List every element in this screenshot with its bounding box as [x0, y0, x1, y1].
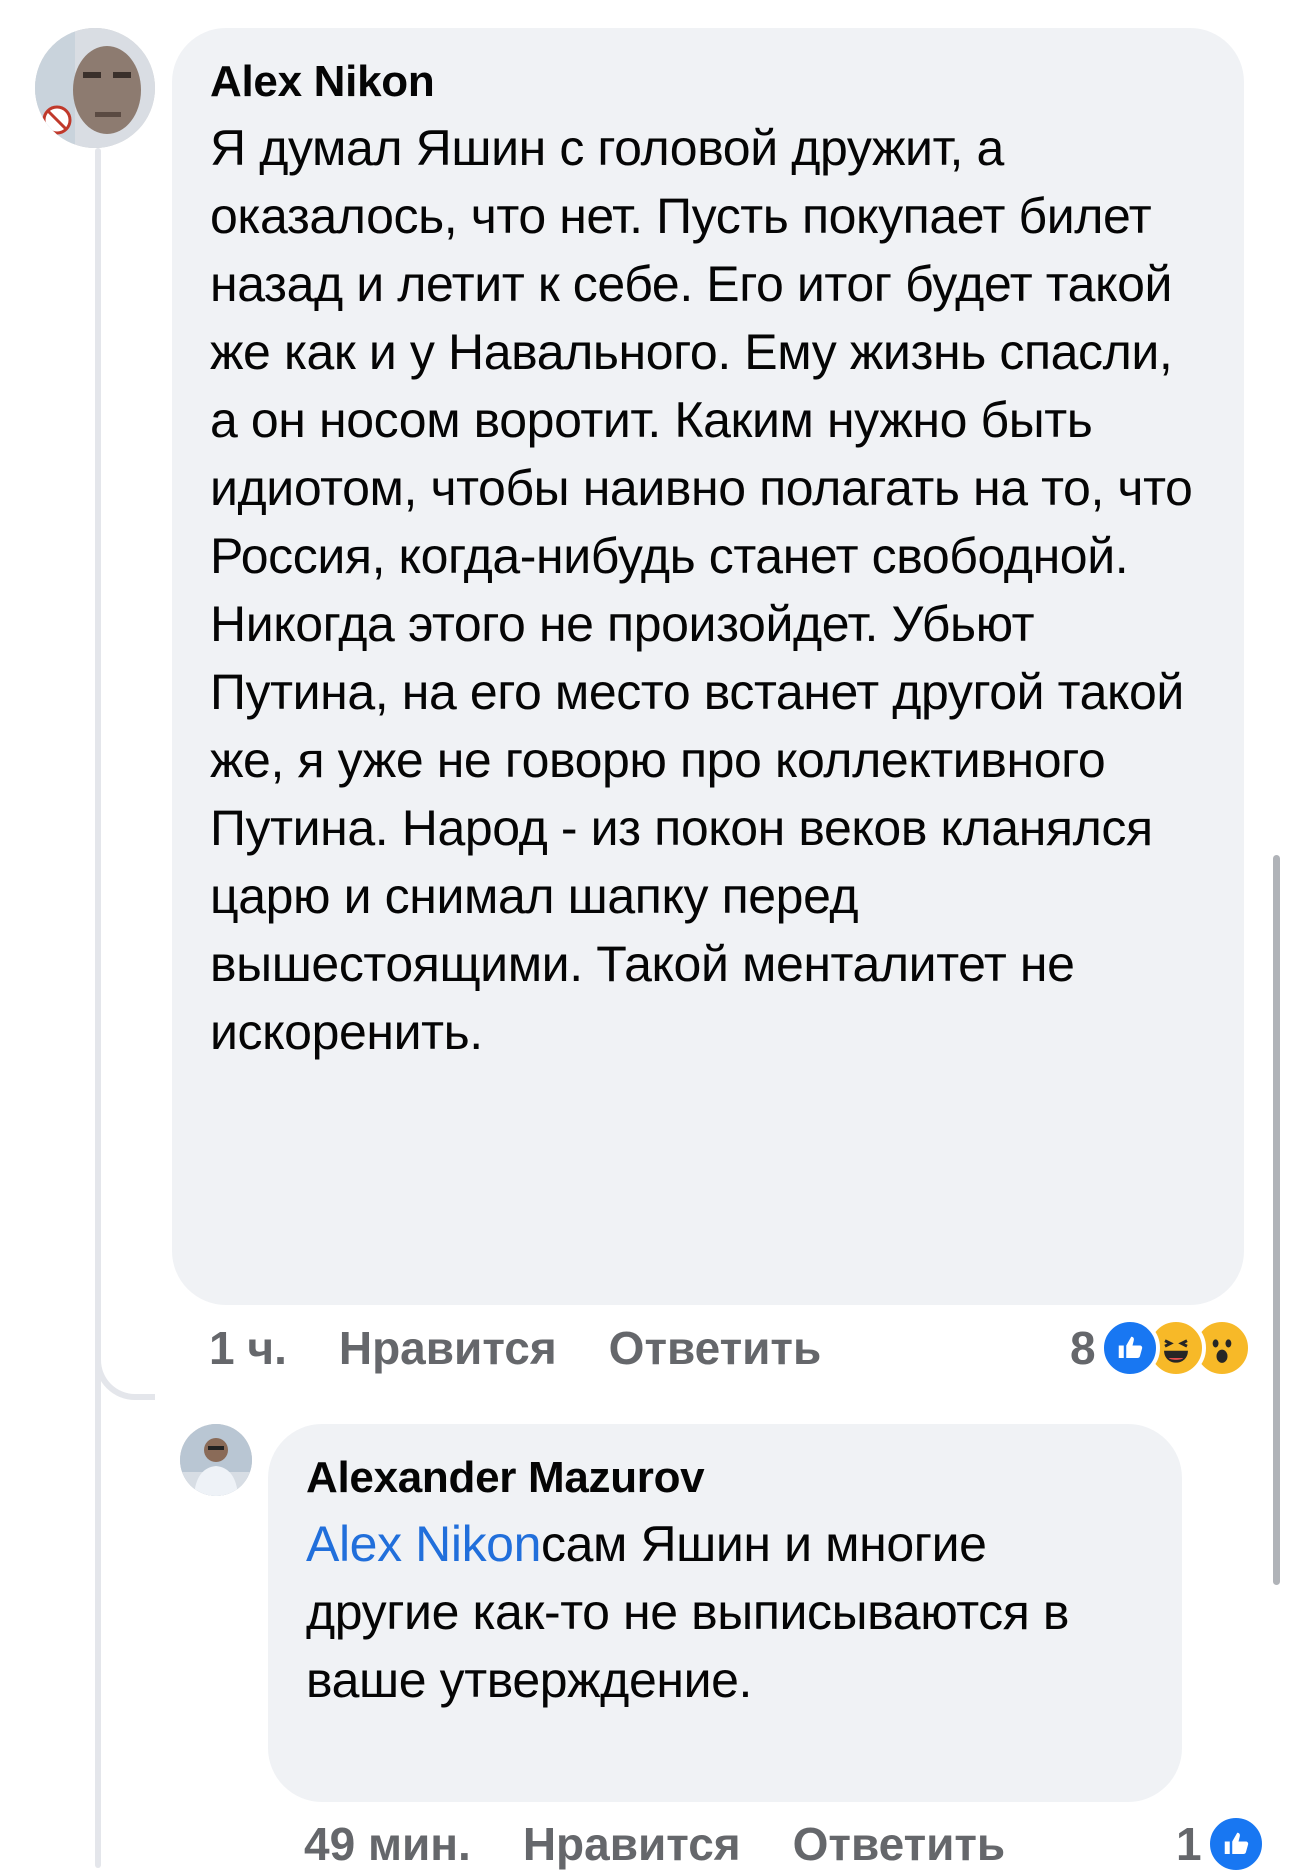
like-button[interactable]: Нравится	[523, 1817, 741, 1871]
like-button[interactable]: Нравится	[339, 1321, 557, 1375]
reply-button[interactable]: Ответить	[609, 1321, 822, 1375]
avatar[interactable]	[180, 1424, 252, 1496]
reaction-summary[interactable]: 8	[1070, 1316, 1252, 1380]
reply-connector	[95, 1300, 155, 1400]
comment-author[interactable]: Alexander Mazurov	[306, 1450, 1144, 1506]
like-icon	[1099, 1318, 1160, 1378]
avatar-photo-icon	[35, 28, 155, 148]
thread-line	[95, 148, 101, 1868]
scrollbar[interactable]	[1273, 855, 1280, 1585]
reply-bubble: Alexander Mazurov Alex Nikonсам Яшин и м…	[268, 1424, 1182, 1802]
comment-actions: 1 ч. Нравится Ответить	[209, 1318, 873, 1378]
comment-timestamp[interactable]: 1 ч.	[209, 1321, 287, 1375]
avatar-photo-icon	[180, 1424, 252, 1496]
avatar[interactable]	[35, 28, 155, 148]
comment-text-container: Alex Nikonсам Яшин и многие другие как-т…	[306, 1510, 1144, 1714]
comment-author[interactable]: Alex Nikon	[210, 54, 1206, 110]
comment-actions: 49 мин. Нравится Ответить	[304, 1814, 1057, 1874]
reaction-count: 8	[1070, 1322, 1096, 1374]
comment-text: Я думал Яшин с головой дружит, а оказало…	[210, 120, 1193, 1060]
comment-bubble: Alex Nikon Я думал Яшин с головой дружит…	[172, 28, 1244, 1305]
reply-button[interactable]: Ответить	[793, 1817, 1006, 1871]
mention-link[interactable]: Alex Nikon	[306, 1516, 541, 1572]
comment-timestamp[interactable]: 49 мин.	[304, 1817, 471, 1871]
reaction-summary[interactable]: 1	[1176, 1812, 1266, 1876]
like-icon	[1205, 1814, 1266, 1874]
reaction-count: 1	[1176, 1818, 1202, 1870]
